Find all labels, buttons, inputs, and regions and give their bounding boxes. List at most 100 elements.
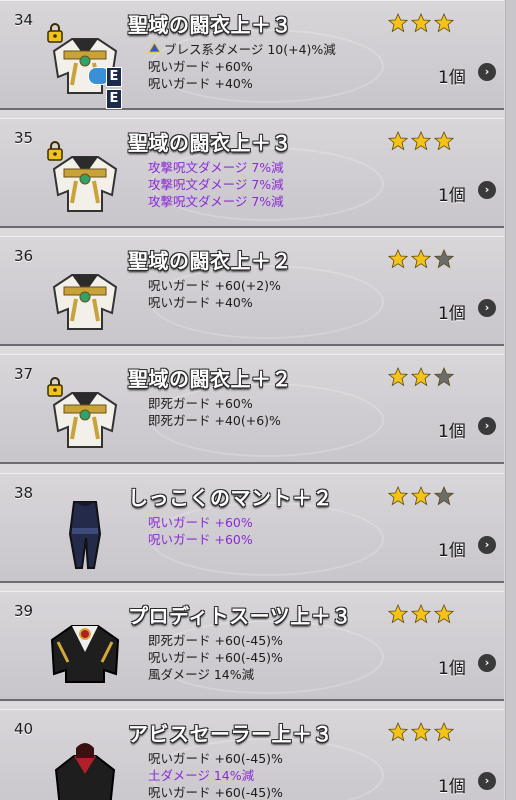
scrollbar[interactable] (505, 0, 516, 800)
rating-star-filled-icon (388, 604, 408, 624)
item-name: 聖域の闘衣上＋３ (128, 131, 292, 155)
list-item[interactable]: 37 聖域の闘衣上＋２ 即死ガード +60% 即死ガード +40(+6)% 1個 › (0, 354, 504, 464)
rating-stars (388, 604, 457, 626)
item-number: 39 (14, 602, 34, 620)
rating-star-empty-icon (434, 486, 454, 506)
rating-stars (388, 367, 457, 389)
effect-line: 呪いガード +60(-45)% (148, 750, 283, 767)
effect-text: 攻撃呪文ダメージ 7%減 (148, 194, 284, 209)
rating-star-filled-icon (388, 722, 408, 742)
rating-star-filled-icon (411, 131, 431, 151)
effect-text: 呪いガード +60(+2)% (148, 278, 281, 293)
item-number: 36 (14, 247, 34, 265)
rating-star-filled-icon (434, 131, 454, 151)
effect-line: 即死ガード +40(+6)% (148, 412, 281, 429)
effect-text: 呪いガード +40% (148, 295, 253, 310)
item-count: 1個 (438, 186, 466, 206)
list-item[interactable]: 40 アビスセーラー上＋３ 呪いガード +60(-45)% 土ダメージ 14%減 呪いガ… (0, 709, 504, 800)
rating-stars (388, 249, 457, 271)
equipped-badge-icon: E (106, 89, 122, 109)
rating-star-filled-icon (388, 367, 408, 387)
rating-star-filled-icon (411, 367, 431, 387)
effect-line: 攻撃呪文ダメージ 7%減 (148, 159, 284, 176)
rating-star-filled-icon (411, 722, 431, 742)
effect-line: 呪いガード +40% (148, 294, 281, 311)
rating-star-filled-icon (434, 604, 454, 624)
equipped-badge-icon: E (106, 67, 122, 87)
rating-star-filled-icon (388, 13, 408, 33)
effect-line: 呪いガード +60% (148, 531, 253, 548)
effect-text: 即死ガード +60% (148, 396, 253, 411)
item-number: 38 (14, 484, 34, 502)
item-name: 聖域の闘衣上＋３ (128, 13, 292, 37)
rating-star-empty-icon (434, 249, 454, 269)
item-count: 1個 (438, 304, 466, 324)
rating-star-filled-icon (411, 486, 431, 506)
item-name: プロディトスーツ上＋３ (128, 604, 352, 628)
effect-text: 呪いガード +60(-45)% (148, 751, 283, 766)
rating-star-filled-icon (434, 13, 454, 33)
effect-text: 呪いガード +60(-45)% (148, 785, 283, 800)
dark-cloak-icon (46, 494, 124, 572)
rating-star-filled-icon (411, 13, 431, 33)
effect-text: 攻撃呪文ダメージ 7%減 (148, 160, 284, 175)
effect-line: 呪いガード +60% (148, 514, 253, 531)
list-item[interactable]: 39 プロディトスーツ上＋３ 即死ガード +60(-45)% 呪いガード +60(-4… (0, 591, 504, 701)
effect-line: ブレス系ダメージ 10(+4)%減 (148, 41, 336, 58)
item-effects: 呪いガード +60(-45)% 土ダメージ 14%減 呪いガード +60(-45)% (148, 750, 283, 800)
chevron-right-icon[interactable]: › (478, 417, 496, 435)
chevron-right-icon[interactable]: › (478, 772, 496, 790)
effect-line: 呪いガード +60(-45)% (148, 784, 283, 800)
lock-icon (46, 23, 64, 43)
item-number: 40 (14, 720, 34, 738)
item-effects: 即死ガード +60(-45)% 呪いガード +60(-45)% 風ダメージ 14%減 (148, 632, 283, 683)
effect-text: ブレス系ダメージ 10(+4)%減 (164, 42, 336, 57)
item-effects: ブレス系ダメージ 10(+4)%減呪いガード +60% 呪いガード +40% (148, 41, 336, 92)
rating-star-filled-icon (388, 131, 408, 151)
item-count: 1個 (438, 541, 466, 561)
list-item[interactable]: 35 聖域の闘衣上＋３ 攻撃呪文ダメージ 7%減 攻撃呪文ダメージ 7%減 攻撃呪文ダメ… (0, 118, 504, 228)
item-count: 1個 (438, 68, 466, 88)
item-name: 聖域の闘衣上＋２ (128, 367, 292, 391)
rating-star-filled-icon (388, 249, 408, 269)
chevron-right-icon[interactable]: › (478, 536, 496, 554)
rating-star-filled-icon (411, 604, 431, 624)
chevron-right-icon[interactable]: › (478, 654, 496, 672)
lock-icon (46, 141, 64, 161)
chevron-right-icon[interactable]: › (478, 63, 496, 81)
item-effects: 即死ガード +60% 即死ガード +40(+6)% (148, 395, 281, 429)
rating-stars (388, 13, 457, 35)
rating-star-empty-icon (434, 367, 454, 387)
list-item[interactable]: 36 聖域の闘衣上＋２ 呪いガード +60(+2)% 呪いガード +40% 1個 › (0, 236, 504, 346)
effect-text: 呪いガード +40% (148, 76, 253, 91)
item-number: 37 (14, 365, 34, 383)
effect-text: 呪いガード +60% (148, 59, 253, 74)
effect-text: 即死ガード +60(-45)% (148, 633, 283, 648)
effect-line: 即死ガード +60(-45)% (148, 632, 283, 649)
abyss-sailor-icon (46, 730, 124, 800)
chevron-right-icon[interactable]: › (478, 299, 496, 317)
list-item[interactable]: 34 E E 聖域の闘衣上＋３ ブレス系ダメージ 10(+4)%減呪いガード +60% 呪… (0, 0, 504, 110)
effect-text: 攻撃呪文ダメージ 7%減 (148, 177, 284, 192)
item-name: 聖域の闘衣上＋２ (128, 249, 292, 273)
rating-stars (388, 486, 457, 508)
effect-line: 呪いガード +40% (148, 75, 336, 92)
item-effects: 呪いガード +60(+2)% 呪いガード +40% (148, 277, 281, 311)
lock-icon (46, 377, 64, 397)
effect-line: 風ダメージ 14%減 (148, 666, 283, 683)
item-count: 1個 (438, 659, 466, 679)
item-count: 1個 (438, 777, 466, 797)
effect-text: 土ダメージ 14%減 (148, 768, 255, 783)
item-count: 1個 (438, 422, 466, 442)
rating-star-filled-icon (388, 486, 408, 506)
rating-star-filled-icon (434, 722, 454, 742)
chevron-right-icon[interactable]: › (478, 181, 496, 199)
item-number: 35 (14, 129, 34, 147)
effect-text: 呪いガード +60% (148, 515, 253, 530)
effect-text: 呪いガード +60(-45)% (148, 650, 283, 665)
item-number: 34 (14, 11, 34, 29)
list-item[interactable]: 38 しっこくのマント＋２ 呪いガード +60% 呪いガード +60% 1個 › (0, 473, 504, 583)
rating-stars (388, 131, 457, 153)
item-effects: 攻撃呪文ダメージ 7%減 攻撃呪文ダメージ 7%減 攻撃呪文ダメージ 7%減 (148, 159, 284, 210)
effect-line: 呪いガード +60(+2)% (148, 277, 281, 294)
